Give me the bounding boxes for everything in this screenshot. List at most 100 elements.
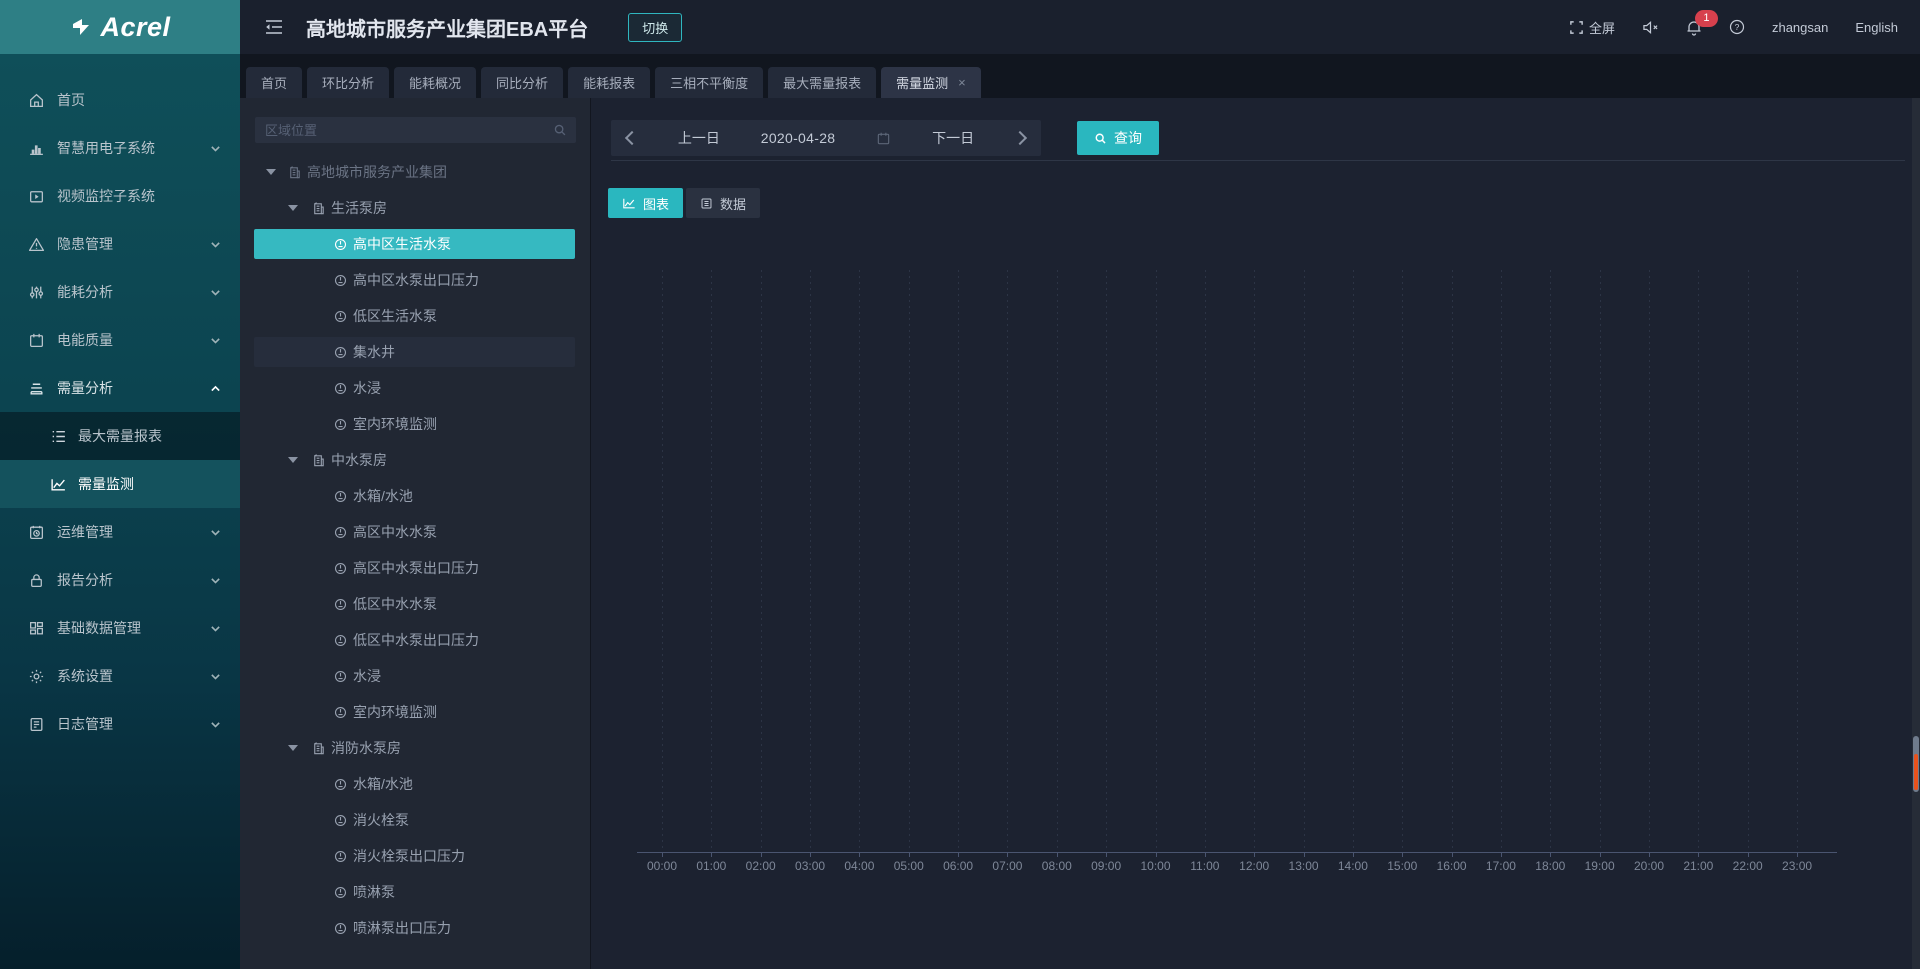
x-axis-label: 20:00 — [1634, 859, 1664, 873]
tree-node-20[interactable]: 喷淋泵 — [254, 877, 575, 907]
sidebar-item-6[interactable]: 需量分析 — [0, 364, 240, 412]
mute-button[interactable] — [1642, 20, 1659, 35]
tab-5[interactable]: 三相不平衡度 — [655, 67, 763, 98]
next-day-chevron-icon[interactable] — [1013, 131, 1027, 145]
tree-node-7[interactable]: 室内环境监测 — [254, 409, 575, 439]
tree-node-label: 低区中水泵出口压力 — [353, 630, 479, 650]
tree-node-2[interactable]: 高中区生活水泵 — [254, 229, 575, 259]
sidebar-item-label: 需量分析 — [57, 378, 113, 398]
sidebar-item-12[interactable]: 系统设置 — [0, 652, 240, 700]
language-switch[interactable]: English — [1855, 20, 1898, 35]
acrel-logo-icon — [69, 15, 93, 39]
sidebar-item-5[interactable]: 电能质量 — [0, 316, 240, 364]
prev-day-chevron-icon[interactable] — [625, 131, 639, 145]
tab-4[interactable]: 能耗报表 — [568, 67, 650, 98]
tree-node-17[interactable]: 水箱/水池 — [254, 769, 575, 799]
calendar-icon[interactable] — [876, 131, 891, 146]
sidebar-item-3[interactable]: 隐患管理 — [0, 220, 240, 268]
x-axis-label: 22:00 — [1733, 859, 1763, 873]
tree-node-label: 高地城市服务产业集团 — [307, 162, 447, 182]
sidebar-item-label: 日志管理 — [57, 714, 113, 734]
x-axis-tick — [1106, 853, 1107, 857]
tab-0[interactable]: 首页 — [246, 67, 302, 98]
sidebar-item-9[interactable]: 运维管理 — [0, 508, 240, 556]
search-icon[interactable] — [553, 123, 567, 137]
sidebar-item-7[interactable]: 最大需量报表 — [0, 412, 240, 460]
tree-node-4[interactable]: 低区生活水泵 — [254, 301, 575, 331]
username[interactable]: zhangsan — [1772, 20, 1828, 35]
tree-node-1[interactable]: 生活泵房 — [254, 193, 575, 223]
tab-3[interactable]: 同比分析 — [481, 67, 563, 98]
next-day-button[interactable]: 下一日 — [932, 128, 974, 148]
data-view-button[interactable]: 数据 — [686, 188, 760, 218]
tree-expand-caret-icon[interactable] — [288, 457, 298, 463]
tree-node-5[interactable]: 集水井 — [254, 337, 575, 367]
menu-collapse-icon[interactable] — [264, 18, 284, 36]
header-right: 全屏 1 ? zhangsan — [1569, 18, 1898, 37]
sidebar-item-8[interactable]: 需量监测 — [0, 460, 240, 508]
x-axis-label: 14:00 — [1338, 859, 1368, 873]
tree-node-10[interactable]: 高区中水水泵 — [254, 517, 575, 547]
sidebar-item-10[interactable]: 报告分析 — [0, 556, 240, 604]
x-axis-label: 04:00 — [844, 859, 874, 873]
notifications-button[interactable]: 1 — [1686, 19, 1702, 36]
vertical-scrollbar-track[interactable] — [1912, 98, 1920, 969]
switch-button[interactable]: 切换 — [628, 13, 682, 42]
tree-node-15[interactable]: 室内环境监测 — [254, 697, 575, 727]
gauge-icon — [333, 705, 348, 720]
tree-node-14[interactable]: 水浸 — [254, 661, 575, 691]
tree-node-12[interactable]: 低区中水水泵 — [254, 589, 575, 619]
tree-expand-caret-icon[interactable] — [266, 169, 276, 175]
tab-2[interactable]: 能耗概况 — [394, 67, 476, 98]
sidebar-item-label: 系统设置 — [57, 666, 113, 686]
header: Acrel 高地城市服务产业集团EBA平台 切换 全屏 — [0, 0, 1920, 54]
tree-node-19[interactable]: 消火栓泵出口压力 — [254, 841, 575, 871]
tab-1[interactable]: 环比分析 — [307, 67, 389, 98]
tree-node-18[interactable]: 消火栓泵 — [254, 805, 575, 835]
x-axis-label: 09:00 — [1091, 859, 1121, 873]
tree-search-input[interactable] — [255, 123, 553, 138]
x-axis-tick — [958, 853, 959, 857]
tree-node-11[interactable]: 高区中水泵出口压力 — [254, 553, 575, 583]
tree-expand-caret-icon[interactable] — [288, 745, 298, 751]
tab-7[interactable]: 需量监测× — [881, 67, 981, 98]
chart-gridline — [859, 270, 860, 852]
date-value[interactable]: 2020-04-28 — [761, 130, 836, 146]
tree-node-16[interactable]: 消防水泵房 — [254, 733, 575, 763]
chart-gridline — [761, 270, 762, 852]
tree-node-label: 高区中水水泵 — [353, 522, 437, 542]
gauge-icon — [333, 849, 348, 864]
help-icon: ? — [1729, 19, 1745, 35]
x-axis-tick — [1649, 853, 1650, 857]
sidebar-item-2[interactable]: 视频监控子系统 — [0, 172, 240, 220]
tab-close-icon[interactable]: × — [958, 75, 966, 90]
sidebar-item-4[interactable]: 能耗分析 — [0, 268, 240, 316]
tree-node-label: 室内环境监测 — [353, 702, 437, 722]
tree-node-8[interactable]: 中水泵房 — [254, 445, 575, 475]
tree-node-9[interactable]: 水箱/水池 — [254, 481, 575, 511]
tree-node-6[interactable]: 水浸 — [254, 373, 575, 403]
sidebar-item-11[interactable]: 基础数据管理 — [0, 604, 240, 652]
query-button[interactable]: 查询 — [1077, 121, 1159, 155]
tab-6[interactable]: 最大需量报表 — [768, 67, 876, 98]
tree-node-label: 消火栓泵出口压力 — [353, 846, 465, 866]
home-icon — [28, 92, 45, 109]
prev-day-button[interactable]: 上一日 — [678, 128, 720, 148]
x-axis-line — [637, 852, 1837, 853]
tree-node-13[interactable]: 低区中水泵出口压力 — [254, 625, 575, 655]
tree-node-label: 喷淋泵 — [353, 882, 395, 902]
help-button[interactable]: ? — [1729, 19, 1745, 35]
sidebar-item-0[interactable]: 首页 — [0, 76, 240, 124]
fullscreen-button[interactable]: 全屏 — [1569, 18, 1615, 37]
chart-view-button[interactable]: 图表 — [608, 188, 683, 218]
sidebar-item-13[interactable]: 日志管理 — [0, 700, 240, 748]
tree-node-3[interactable]: 高中区水泵出口压力 — [254, 265, 575, 295]
chart-gridline — [1600, 270, 1601, 852]
tree-node-21[interactable]: 喷淋泵出口压力 — [254, 913, 575, 943]
gauge-icon — [333, 561, 348, 576]
x-axis-tick — [1402, 853, 1403, 857]
chart-gridline — [711, 270, 712, 852]
sidebar-item-1[interactable]: 智慧用电子系统 — [0, 124, 240, 172]
tree-expand-caret-icon[interactable] — [288, 205, 298, 211]
tree-node-0[interactable]: 高地城市服务产业集团 — [254, 157, 575, 187]
